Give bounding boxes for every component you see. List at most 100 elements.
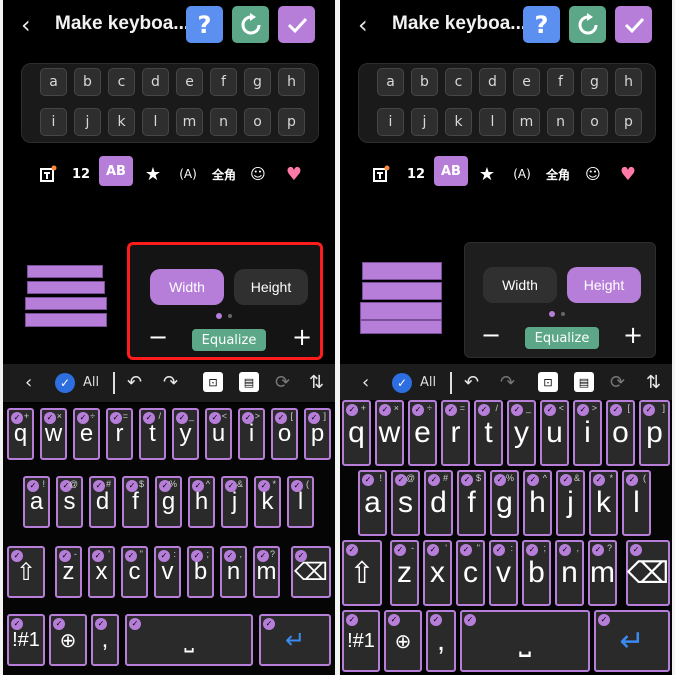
key-b[interactable]: ✓; b bbox=[187, 546, 214, 598]
key-c[interactable]: ✓ " c bbox=[456, 540, 485, 606]
circled-tab[interactable]: (A) bbox=[173, 160, 203, 188]
key-y[interactable]: ✓ _ y bbox=[507, 400, 536, 466]
height-toggle[interactable]: Height bbox=[234, 269, 308, 305]
heart-icon[interactable]: ♥ bbox=[281, 160, 307, 188]
enter-key[interactable]: ✓ ↵ bbox=[594, 610, 670, 672]
key-t[interactable]: ✓ / t bbox=[474, 400, 503, 466]
space-key[interactable]: ✓ ⎵ bbox=[125, 614, 253, 666]
fullwidth-tab[interactable]: 全角 bbox=[209, 160, 239, 188]
enter-key[interactable]: ✓ ↵ bbox=[259, 614, 331, 666]
emoji-icon[interactable]: ☺ bbox=[580, 160, 606, 188]
key-k[interactable]: ✓ * k bbox=[589, 470, 618, 536]
adjust-icon[interactable]: ⇅ bbox=[646, 372, 661, 394]
select-all-check-icon[interactable]: ✓ bbox=[55, 373, 75, 393]
key-o[interactable]: ✓[o bbox=[271, 408, 298, 460]
key-d[interactable]: ✓ # d bbox=[89, 476, 116, 528]
increase-button[interactable]: + bbox=[292, 325, 312, 349]
width-toggle[interactable]: Width bbox=[150, 269, 224, 305]
space-key[interactable]: ✓ ⎵ bbox=[460, 610, 590, 672]
reset-button[interactable] bbox=[232, 6, 269, 43]
emoji-icon[interactable]: ☺ bbox=[245, 160, 271, 188]
key-p[interactable]: ✓] p bbox=[304, 408, 331, 460]
fullwidth-tab[interactable]: 全角 bbox=[543, 160, 573, 188]
key-e[interactable]: ✓ ÷ e bbox=[408, 400, 437, 466]
key-r[interactable]: ✓ = r bbox=[441, 400, 470, 466]
key-g[interactable]: ✓% g bbox=[155, 476, 182, 528]
undo-icon[interactable]: ↶ bbox=[464, 372, 479, 394]
key-o[interactable]: ✓[o bbox=[606, 400, 635, 466]
key-e[interactable]: ✓ ÷ e bbox=[73, 408, 100, 460]
key-n[interactable]: ✓, n bbox=[220, 546, 247, 598]
key-p[interactable]: ✓] p bbox=[639, 400, 670, 466]
select-all-check-icon[interactable]: ✓ bbox=[392, 373, 412, 393]
key-f[interactable]: ✓ $ f bbox=[122, 476, 149, 528]
key-l[interactable]: ✓(l bbox=[287, 476, 314, 528]
key-s[interactable]: ✓ @ s bbox=[391, 470, 420, 536]
numbers-tab[interactable]: 12 bbox=[404, 160, 428, 188]
done-button[interactable] bbox=[615, 6, 652, 43]
back-icon[interactable]: ‹ bbox=[21, 12, 45, 38]
symbols-key[interactable]: ✓ !#1 bbox=[7, 614, 45, 666]
key-a[interactable]: ✓! a bbox=[23, 476, 50, 528]
key-s[interactable]: ✓ @ s bbox=[56, 476, 83, 528]
key-h[interactable]: ✓ ^ h bbox=[188, 476, 215, 528]
key-m[interactable]: ✓? m bbox=[253, 546, 280, 598]
backspace-key[interactable]: ✓ ⌫ bbox=[291, 546, 331, 598]
increase-button[interactable]: + bbox=[623, 323, 643, 347]
language-key[interactable]: ✓ ⊕ bbox=[384, 610, 422, 672]
width-toggle[interactable]: Width bbox=[483, 267, 557, 303]
case-tab[interactable]: AB bbox=[434, 156, 468, 186]
shift-key[interactable]: ✓ ⇧ bbox=[342, 540, 382, 606]
help-button[interactable]: ? bbox=[186, 6, 223, 43]
circled-tab[interactable]: (A) bbox=[507, 160, 537, 188]
height-toggle[interactable]: Height bbox=[567, 267, 641, 303]
star-icon[interactable]: ★ bbox=[141, 160, 165, 188]
undo-icon[interactable]: ↶ bbox=[127, 372, 142, 394]
key-d[interactable]: ✓ # d bbox=[424, 470, 453, 536]
key-t[interactable]: ✓ / t bbox=[139, 408, 166, 460]
delete-icon[interactable]: ▤ bbox=[574, 372, 594, 392]
key-w[interactable]: ✓ × w bbox=[40, 408, 67, 460]
delete-icon[interactable]: ▤ bbox=[239, 372, 259, 392]
key-i[interactable]: ✓ > i bbox=[238, 408, 265, 460]
key-h[interactable]: ✓ ^ h bbox=[523, 470, 552, 536]
adjust-icon[interactable]: ⇅ bbox=[309, 372, 324, 394]
lock-icon[interactable]: ⊡ bbox=[203, 372, 223, 392]
decrease-button[interactable]: − bbox=[481, 323, 501, 347]
key-q[interactable]: ✓ + q bbox=[7, 408, 34, 460]
key-v[interactable]: ✓: v bbox=[154, 546, 181, 598]
key-q[interactable]: ✓ + q bbox=[342, 400, 371, 466]
backspace-key[interactable]: ✓ ⌫ bbox=[626, 540, 670, 606]
key-x[interactable]: ✓ ' x bbox=[88, 546, 115, 598]
case-tab[interactable]: AB bbox=[99, 156, 133, 186]
key-u[interactable]: ✓ < u bbox=[205, 408, 232, 460]
key-w[interactable]: ✓ × w bbox=[375, 400, 404, 466]
symbols-key[interactable]: ✓ !#1 bbox=[342, 610, 380, 672]
key-z[interactable]: ✓ - z bbox=[390, 540, 419, 606]
key-r[interactable]: ✓ = r bbox=[106, 408, 133, 460]
star-icon[interactable]: ★ bbox=[475, 160, 499, 188]
key-u[interactable]: ✓ < u bbox=[540, 400, 569, 466]
key-v[interactable]: ✓: v bbox=[489, 540, 518, 606]
key-a[interactable]: ✓! a bbox=[358, 470, 387, 536]
key-j[interactable]: ✓ & j bbox=[221, 476, 248, 528]
key-z[interactable]: ✓ - z bbox=[55, 546, 82, 598]
key-i[interactable]: ✓ > i bbox=[573, 400, 602, 466]
decrease-button[interactable]: − bbox=[148, 325, 168, 349]
key-y[interactable]: ✓ _ y bbox=[172, 408, 199, 460]
redo-icon[interactable]: ↷ bbox=[163, 372, 178, 394]
key-j[interactable]: ✓ & j bbox=[556, 470, 585, 536]
font-icon[interactable] bbox=[37, 160, 59, 188]
key-f[interactable]: ✓ $ f bbox=[457, 470, 486, 536]
key-b[interactable]: ✓; b bbox=[522, 540, 551, 606]
reset-button[interactable] bbox=[569, 6, 606, 43]
heart-icon[interactable]: ♥ bbox=[615, 160, 641, 188]
language-key[interactable]: ✓ ⊕ bbox=[49, 614, 87, 666]
numbers-tab[interactable]: 12 bbox=[69, 160, 93, 188]
help-button[interactable]: ? bbox=[523, 6, 560, 43]
key-l[interactable]: ✓(l bbox=[622, 470, 651, 536]
key-g[interactable]: ✓% g bbox=[490, 470, 519, 536]
key-n[interactable]: ✓, n bbox=[555, 540, 584, 606]
chevron-left-icon[interactable]: ‹ bbox=[25, 372, 32, 394]
font-icon[interactable] bbox=[370, 160, 392, 188]
